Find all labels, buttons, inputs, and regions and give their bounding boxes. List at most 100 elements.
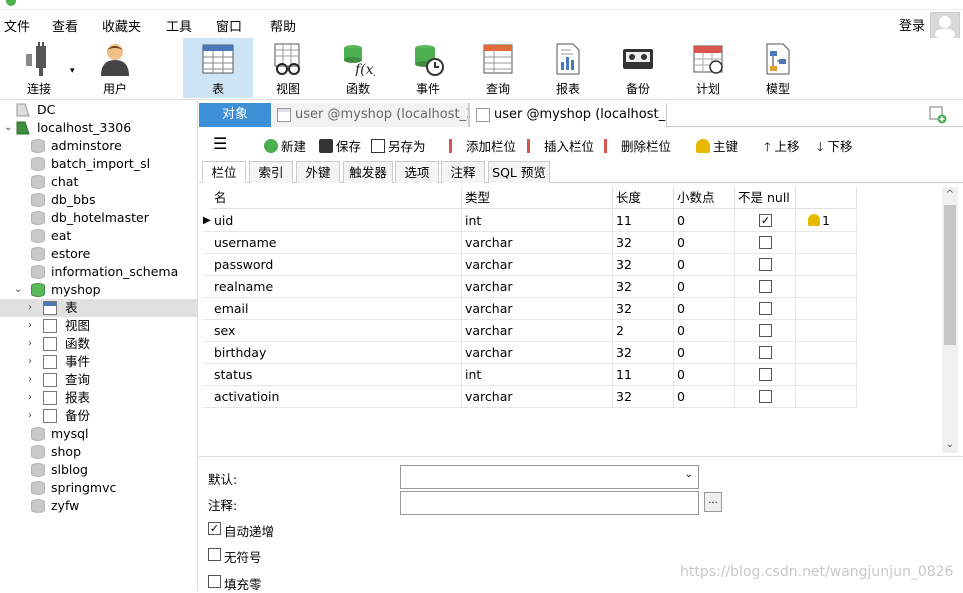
subtab-sql-preview[interactable]: SQL 预览 [488, 161, 550, 183]
cell-type[interactable]: varchar [462, 232, 613, 254]
cell-type[interactable]: varchar [462, 254, 613, 276]
tree-item-estore[interactable]: estore [0, 245, 197, 263]
tree-item-slblog[interactable]: slblog [0, 461, 197, 479]
subtab-foreign-keys[interactable]: 外键 [296, 161, 340, 183]
move-up-button[interactable]: 🡑 上移 [764, 136, 800, 159]
default-select[interactable]: ⌄ [400, 465, 699, 489]
toolbar-user-button[interactable]: 用户 [80, 38, 150, 98]
insert-field-button[interactable]: 插入栏位 [527, 136, 594, 155]
cell-type[interactable]: varchar [462, 342, 613, 364]
tree-item-shop[interactable]: shop [0, 443, 197, 461]
chevron-right-icon[interactable]: › [28, 299, 38, 317]
subtab-triggers[interactable]: 触发器 [343, 161, 393, 183]
tab-user-design-1[interactable]: user @myshop (localhost_3... [271, 103, 469, 127]
save-button[interactable]: 保存 [319, 136, 361, 155]
menu-tools[interactable]: 工具 [166, 16, 192, 35]
table-row[interactable]: username varchar 32 0 [203, 232, 858, 254]
cell-length[interactable]: 32 [613, 342, 674, 364]
cell-name[interactable]: realname [211, 276, 462, 298]
cell-type[interactable]: varchar [462, 276, 613, 298]
tree-item-zyfw[interactable]: zyfw [0, 497, 197, 515]
comment-input[interactable] [400, 491, 699, 515]
chevron-right-icon[interactable]: › [28, 353, 38, 371]
not-null-checkbox[interactable] [759, 258, 772, 271]
move-down-button[interactable]: 🡓 下移 [817, 136, 853, 159]
table-row[interactable]: email varchar 32 0 [203, 298, 858, 320]
new-field-set-button[interactable]: 新建 [264, 136, 306, 155]
tree-item-mysql[interactable]: mysql [0, 425, 197, 443]
cell-decimals[interactable]: 0 [674, 298, 735, 320]
cell-length[interactable]: 32 [613, 254, 674, 276]
chevron-right-icon[interactable]: › [28, 317, 38, 335]
tree-item-information-schema[interactable]: information_schema [0, 263, 197, 281]
tree-item-db-hotelmaster[interactable]: db_hotelmaster [0, 209, 197, 227]
cell-length[interactable]: 32 [613, 232, 674, 254]
chevron-down-icon[interactable]: ⌄ [14, 281, 24, 299]
tree-item-events[interactable]: › 事件 [0, 353, 197, 371]
cell-length[interactable]: 2 [613, 320, 674, 342]
delete-field-button[interactable]: 删除栏位 [604, 136, 671, 155]
table-row[interactable]: ▶ uid int 11 0 ✓ 1 [203, 210, 858, 232]
column-header-decimals[interactable]: 小数点 [674, 187, 735, 209]
menu-window[interactable]: 窗口 [216, 16, 242, 35]
tree-item-queries[interactable]: › 查询 [0, 371, 197, 389]
cell-length[interactable]: 32 [613, 276, 674, 298]
cell-name[interactable]: birthday [211, 342, 462, 364]
auto-increment-checkbox[interactable]: ✓ [208, 522, 221, 535]
tree-item-chat[interactable]: chat [0, 173, 197, 191]
cell-name[interactable]: username [211, 232, 462, 254]
add-field-button[interactable]: 添加栏位 [449, 136, 516, 155]
menu-help[interactable]: 帮助 [270, 16, 296, 35]
avatar[interactable] [930, 12, 960, 40]
chevron-right-icon[interactable]: › [28, 371, 38, 389]
tree-item-backups[interactable]: › 备份 [0, 407, 197, 425]
tab-objects[interactable]: 对象 [199, 103, 271, 127]
not-null-checkbox[interactable] [759, 390, 772, 403]
not-null-checkbox[interactable]: ✓ [759, 214, 772, 227]
toolbar-report-button[interactable]: 报表 [533, 38, 603, 98]
cell-decimals[interactable]: 0 [674, 342, 735, 364]
cell-type[interactable]: varchar [462, 320, 613, 342]
cell-length[interactable]: 11 [613, 210, 674, 232]
unsigned-checkbox[interactable] [208, 548, 221, 561]
cell-length[interactable]: 32 [613, 386, 674, 408]
chevron-down-icon[interactable]: ⌄ [4, 119, 14, 137]
new-tab-icon[interactable] [929, 106, 947, 124]
menu-favorites[interactable]: 收藏夹 [102, 16, 141, 35]
cell-name[interactable]: sex [211, 320, 462, 342]
table-row[interactable]: sex varchar 2 0 [203, 320, 858, 342]
toolbar-table-button[interactable]: 表 [183, 38, 253, 98]
tree-item-batch-import-sl[interactable]: batch_import_sl [0, 155, 197, 173]
scroll-down-icon[interactable]: ⌄ [942, 437, 958, 453]
table-row[interactable]: password varchar 32 0 [203, 254, 858, 276]
toolbar-model-button[interactable]: 模型 [743, 38, 813, 98]
chevron-right-icon[interactable]: › [28, 389, 38, 407]
cell-name[interactable]: activatioin [211, 386, 462, 408]
subtab-indexes[interactable]: 索引 [249, 161, 293, 183]
primary-key-button[interactable]: 主键 [696, 136, 738, 155]
column-header-key[interactable] [796, 187, 857, 209]
tree-item-localhost[interactable]: ⌄ localhost_3306 [0, 119, 197, 137]
tree-item-springmvc[interactable]: springmvc [0, 479, 197, 497]
login-link[interactable]: 登录 [899, 15, 925, 34]
tree-item-functions[interactable]: › 函数 [0, 335, 197, 353]
table-row[interactable]: activatioin varchar 32 0 [203, 386, 858, 408]
scroll-thumb[interactable] [944, 205, 956, 345]
cell-type[interactable]: varchar [462, 298, 613, 320]
subtab-fields[interactable]: 栏位 [202, 161, 246, 183]
not-null-checkbox[interactable] [759, 346, 772, 359]
subtab-comments[interactable]: 注释 [441, 161, 485, 183]
tree-item-tables[interactable]: › 表 [0, 299, 197, 317]
cell-name[interactable]: password [211, 254, 462, 276]
chevron-right-icon[interactable]: › [28, 335, 38, 353]
table-row[interactable]: realname varchar 32 0 [203, 276, 858, 298]
toolbar-schedule-button[interactable]: 计划 [673, 38, 743, 98]
cell-decimals[interactable]: 0 [674, 232, 735, 254]
not-null-checkbox[interactable] [759, 368, 772, 381]
save-as-button[interactable]: 另存为 [371, 136, 426, 155]
cell-name[interactable]: email [211, 298, 462, 320]
column-header-length[interactable]: 长度 [613, 187, 674, 209]
zerofill-checkbox[interactable] [208, 575, 221, 588]
cell-decimals[interactable]: 0 [674, 320, 735, 342]
comment-browse-button[interactable]: ... [704, 492, 722, 512]
